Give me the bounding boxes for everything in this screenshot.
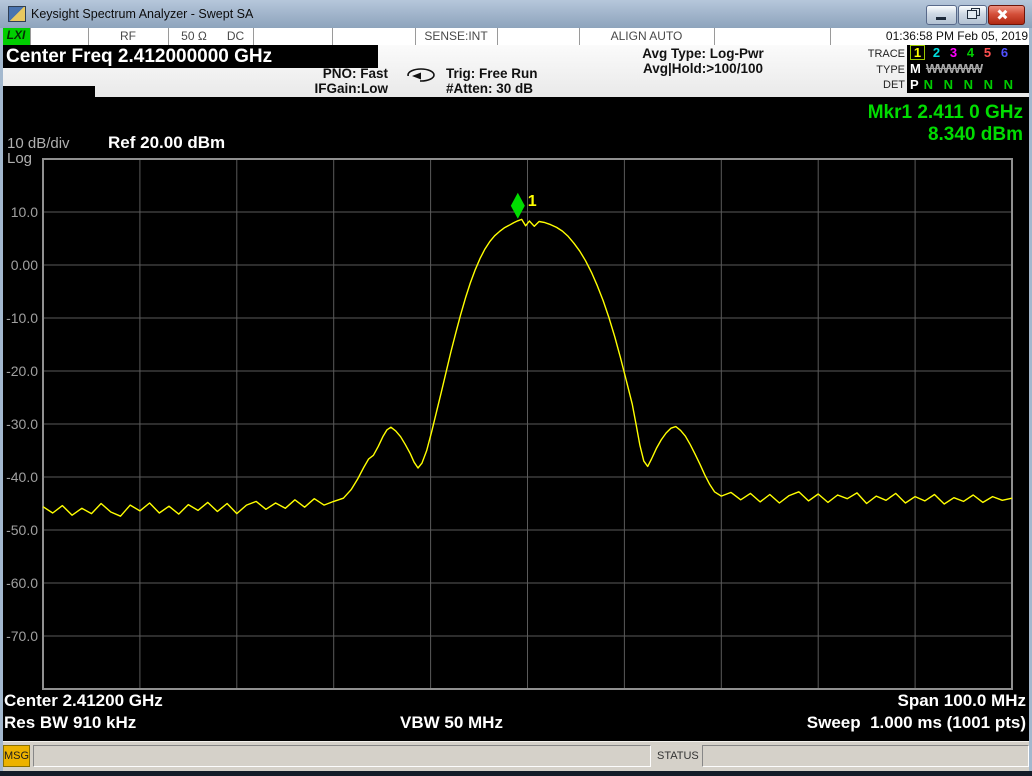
msg-button[interactable]: MSG xyxy=(3,745,30,767)
span-annotation[interactable]: Span 100.0 MHz xyxy=(898,691,1027,711)
y-axis-label: -30.0 xyxy=(6,416,38,432)
y-axis-label: 0.00 xyxy=(11,257,38,273)
vbw-annotation[interactable]: VBW 50 MHz xyxy=(400,713,503,733)
status-label: STATUS xyxy=(657,750,699,762)
y-axis-label: -50.0 xyxy=(6,522,38,538)
y-axis-label: -40.0 xyxy=(6,469,38,485)
message-field xyxy=(33,745,651,767)
y-axis-label: -20.0 xyxy=(6,363,38,379)
y-axis-label: -70.0 xyxy=(6,628,38,644)
app-window: Keysight Spectrum Analyzer - Swept SA LX… xyxy=(0,0,1032,776)
marker-diamond xyxy=(510,192,525,219)
message-status-bar: MSG STATUS xyxy=(0,741,1032,772)
spectrum-plot: 10.0 0.00 -10.0 -20.0 -30.0 -40.0 -50.0 -60.0 -7… xyxy=(6,158,1013,690)
y-axis-label: -60.0 xyxy=(6,575,38,591)
status-field xyxy=(702,745,1029,767)
marker-number-label: 1 xyxy=(528,193,537,210)
y-axis-label: -10.0 xyxy=(6,310,38,326)
window-frame-left xyxy=(0,28,3,776)
window-frame-bottom xyxy=(0,771,1032,776)
center-annotation[interactable]: Center 2.41200 GHz xyxy=(4,691,163,711)
rbw-annotation[interactable]: Res BW 910 kHz xyxy=(4,713,136,733)
sweep-annotation[interactable]: Sweep 1.000 ms (1001 pts) xyxy=(807,713,1026,733)
y-axis-label: 10.0 xyxy=(11,204,38,220)
